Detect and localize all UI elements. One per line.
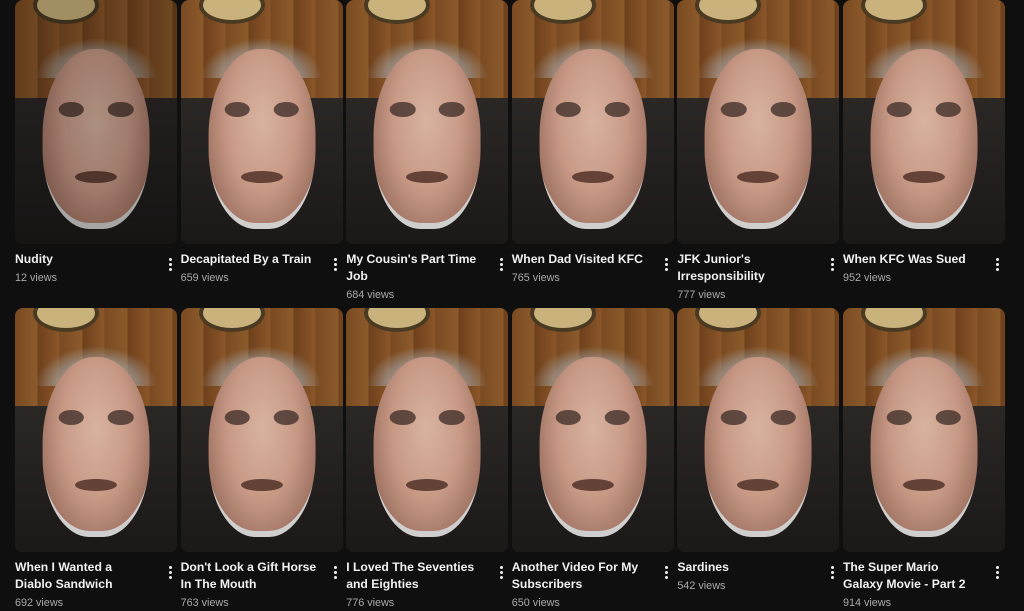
video-title[interactable]: Decapitated By a Train — [181, 251, 317, 268]
more-vertical-icon[interactable] — [991, 254, 1005, 274]
video-card[interactable]: When I Wanted a Diablo Sandwich 692 view… — [15, 306, 177, 610]
video-title[interactable]: Nudity — [15, 251, 151, 268]
video-details: Don't Look a Gift Horse In The Mouth 763… — [181, 559, 343, 611]
video-thumbnail[interactable] — [15, 0, 177, 244]
video-details: Nudity 12 views — [15, 251, 177, 286]
video-title[interactable]: I Loved The Seventies and Eighties — [346, 559, 482, 593]
view-count: 777 views — [677, 289, 726, 301]
video-thumbnail[interactable] — [346, 308, 509, 552]
video-title[interactable]: When Dad Visited KFC — [512, 251, 648, 268]
video-details: When KFC Was Sued 952 views — [843, 251, 1005, 286]
more-vertical-icon[interactable] — [494, 254, 508, 274]
video-details: When I Wanted a Diablo Sandwich 692 view… — [15, 559, 177, 611]
video-title[interactable]: When KFC Was Sued — [843, 251, 979, 268]
video-thumbnail[interactable] — [346, 0, 509, 244]
video-thumbnail[interactable] — [511, 308, 674, 552]
view-count: 684 views — [346, 289, 395, 301]
video-card[interactable]: Decapitated By a Train 659 views — [180, 0, 343, 306]
video-details: My Cousin's Part Time Job 684 views — [346, 251, 508, 303]
view-count: 659 views — [180, 272, 229, 284]
more-vertical-icon[interactable] — [163, 254, 177, 274]
view-count: 952 views — [842, 272, 891, 284]
video-thumbnail[interactable] — [180, 0, 343, 244]
video-thumbnail[interactable] — [677, 0, 840, 244]
video-title[interactable]: Sardines — [677, 559, 813, 576]
video-title[interactable]: Another Video For My Subscribers — [512, 559, 648, 593]
video-details: I Loved The Seventies and Eighties 776 v… — [346, 559, 508, 611]
video-card[interactable]: Sardines 542 views — [677, 306, 840, 610]
video-title[interactable]: My Cousin's Part Time Job — [346, 251, 482, 285]
view-count: 692 views — [15, 597, 64, 609]
more-vertical-icon[interactable] — [991, 562, 1005, 582]
video-card[interactable]: When Dad Visited KFC 765 views — [511, 0, 674, 306]
video-details: JFK Junior's Irresponsibility 777 views — [677, 251, 839, 303]
video-details: The Super Mario Galaxy Movie - Part 2 91… — [843, 559, 1005, 611]
more-vertical-icon[interactable] — [329, 562, 343, 582]
video-title[interactable]: Don't Look a Gift Horse In The Mouth — [181, 559, 317, 593]
video-card[interactable]: The Super Mario Galaxy Movie - Part 2 91… — [842, 306, 1005, 611]
video-card[interactable]: When KFC Was Sued 952 views — [842, 0, 1005, 306]
view-count: 914 views — [842, 597, 891, 609]
video-card[interactable]: JFK Junior's Irresponsibility 777 views — [677, 0, 840, 306]
more-vertical-icon[interactable] — [660, 254, 674, 274]
video-title[interactable]: JFK Junior's Irresponsibility — [677, 251, 813, 285]
video-card[interactable]: Nudity 12 views — [15, 0, 177, 306]
more-vertical-icon[interactable] — [163, 562, 177, 582]
video-details: Decapitated By a Train 659 views — [181, 251, 343, 286]
video-card[interactable]: Another Video For My Subscribers 650 vie… — [511, 306, 674, 611]
view-count: 765 views — [511, 272, 560, 284]
view-count: 776 views — [346, 597, 395, 609]
video-details: When Dad Visited KFC 765 views — [512, 251, 674, 286]
video-thumbnail[interactable] — [842, 308, 1005, 552]
video-thumbnail[interactable] — [842, 0, 1005, 244]
more-vertical-icon[interactable] — [329, 254, 343, 274]
video-details: Another Video For My Subscribers 650 vie… — [512, 559, 674, 611]
video-thumbnail[interactable] — [511, 0, 674, 244]
more-vertical-icon[interactable] — [825, 562, 839, 582]
view-count: 12 views — [15, 272, 58, 284]
video-card[interactable]: I Loved The Seventies and Eighties 776 v… — [346, 306, 509, 611]
video-thumbnail[interactable] — [15, 308, 177, 552]
video-thumbnail[interactable] — [677, 308, 840, 552]
video-card[interactable]: My Cousin's Part Time Job 684 views — [346, 0, 509, 306]
video-grid: Nudity 12 views Decapitated By a Train 6… — [15, 0, 1005, 610]
view-count: 650 views — [511, 597, 560, 609]
video-thumbnail[interactable] — [180, 308, 343, 552]
video-details: Sardines 542 views — [677, 559, 839, 594]
view-count: 763 views — [180, 597, 229, 609]
more-vertical-icon[interactable] — [660, 562, 674, 582]
more-vertical-icon[interactable] — [825, 254, 839, 274]
more-vertical-icon[interactable] — [494, 562, 508, 582]
video-title[interactable]: The Super Mario Galaxy Movie - Part 2 — [843, 559, 979, 593]
view-count: 542 views — [677, 580, 726, 592]
video-title[interactable]: When I Wanted a Diablo Sandwich — [15, 559, 151, 593]
video-card[interactable]: Don't Look a Gift Horse In The Mouth 763… — [180, 306, 343, 611]
